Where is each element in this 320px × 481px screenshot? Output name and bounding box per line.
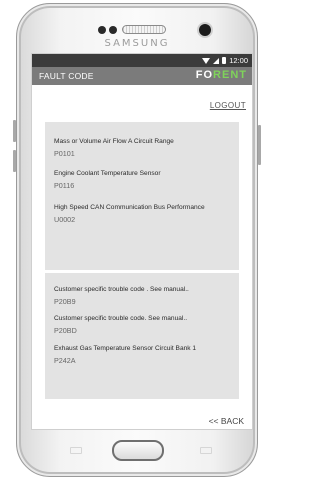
home-button[interactable] <box>112 440 164 461</box>
recent-apps-key[interactable] <box>70 447 82 454</box>
volume-up-key[interactable] <box>13 120 16 142</box>
fault-code-item[interactable]: Mass or Volume Air Flow A Circuit Range … <box>54 138 234 158</box>
page-title: FAULT CODE <box>39 71 94 81</box>
fault-code-value: P20BD <box>54 326 77 335</box>
fault-code-item[interactable]: Exhaust Gas Temperature Sensor Circuit B… <box>54 345 234 365</box>
status-bar: 12:00 <box>32 54 252 67</box>
status-icons: 12:00 <box>202 55 248 66</box>
back-button[interactable]: << BACK <box>209 416 244 426</box>
battery-icon <box>222 57 227 64</box>
back-key[interactable] <box>200 447 212 454</box>
fault-code-value: P20B9 <box>54 297 76 306</box>
fault-code-value: P0116 <box>54 181 75 190</box>
front-camera-icon <box>199 24 211 36</box>
logo-part-fo: FO <box>195 69 214 81</box>
fault-code-item[interactable]: Engine Coolant Temperature Sensor P0116 <box>54 170 234 190</box>
fault-description: Customer specific trouble code . See man… <box>54 286 189 293</box>
fault-code-value: P0101 <box>54 149 75 158</box>
app-bar: FAULT CODE FORENT <box>32 67 252 85</box>
fault-description: Customer specific trouble code. See manu… <box>54 315 188 322</box>
power-key[interactable] <box>258 125 261 165</box>
fault-description: Engine Coolant Temperature Sensor <box>54 170 161 177</box>
fault-code-item[interactable]: Customer specific trouble code. See manu… <box>54 315 234 335</box>
volume-down-key[interactable] <box>13 150 16 172</box>
fault-description: Mass or Volume Air Flow A Circuit Range <box>54 138 174 145</box>
fault-code-value: U0002 <box>54 215 76 224</box>
earpiece-speaker <box>122 25 166 34</box>
device-brand: SAMSUNG <box>104 38 170 49</box>
sensor-icon <box>98 26 106 34</box>
signal-icon <box>213 57 220 64</box>
fault-code-item[interactable]: Customer specific trouble code . See man… <box>54 286 234 306</box>
app-screen: 12:00 FAULT CODE FORENT LOGOUT Mass or V… <box>32 54 252 429</box>
fault-code-value: P242A <box>54 356 76 365</box>
wifi-icon <box>202 57 211 64</box>
fault-description: High Speed CAN Communication Bus Perform… <box>54 204 205 211</box>
status-time: 12:00 <box>229 56 248 65</box>
forent-logo: FORENT <box>196 69 247 81</box>
logout-link[interactable]: LOGOUT <box>210 101 246 110</box>
fault-description: Exhaust Gas Temperature Sensor Circuit B… <box>54 345 197 352</box>
screenshot-stage: SAMSUNG 12:00 FAULT CODE FORENT LOGOUT M… <box>0 0 274 481</box>
logo-part-rent: RENT <box>213 69 247 81</box>
fault-code-item[interactable]: High Speed CAN Communication Bus Perform… <box>54 204 234 224</box>
